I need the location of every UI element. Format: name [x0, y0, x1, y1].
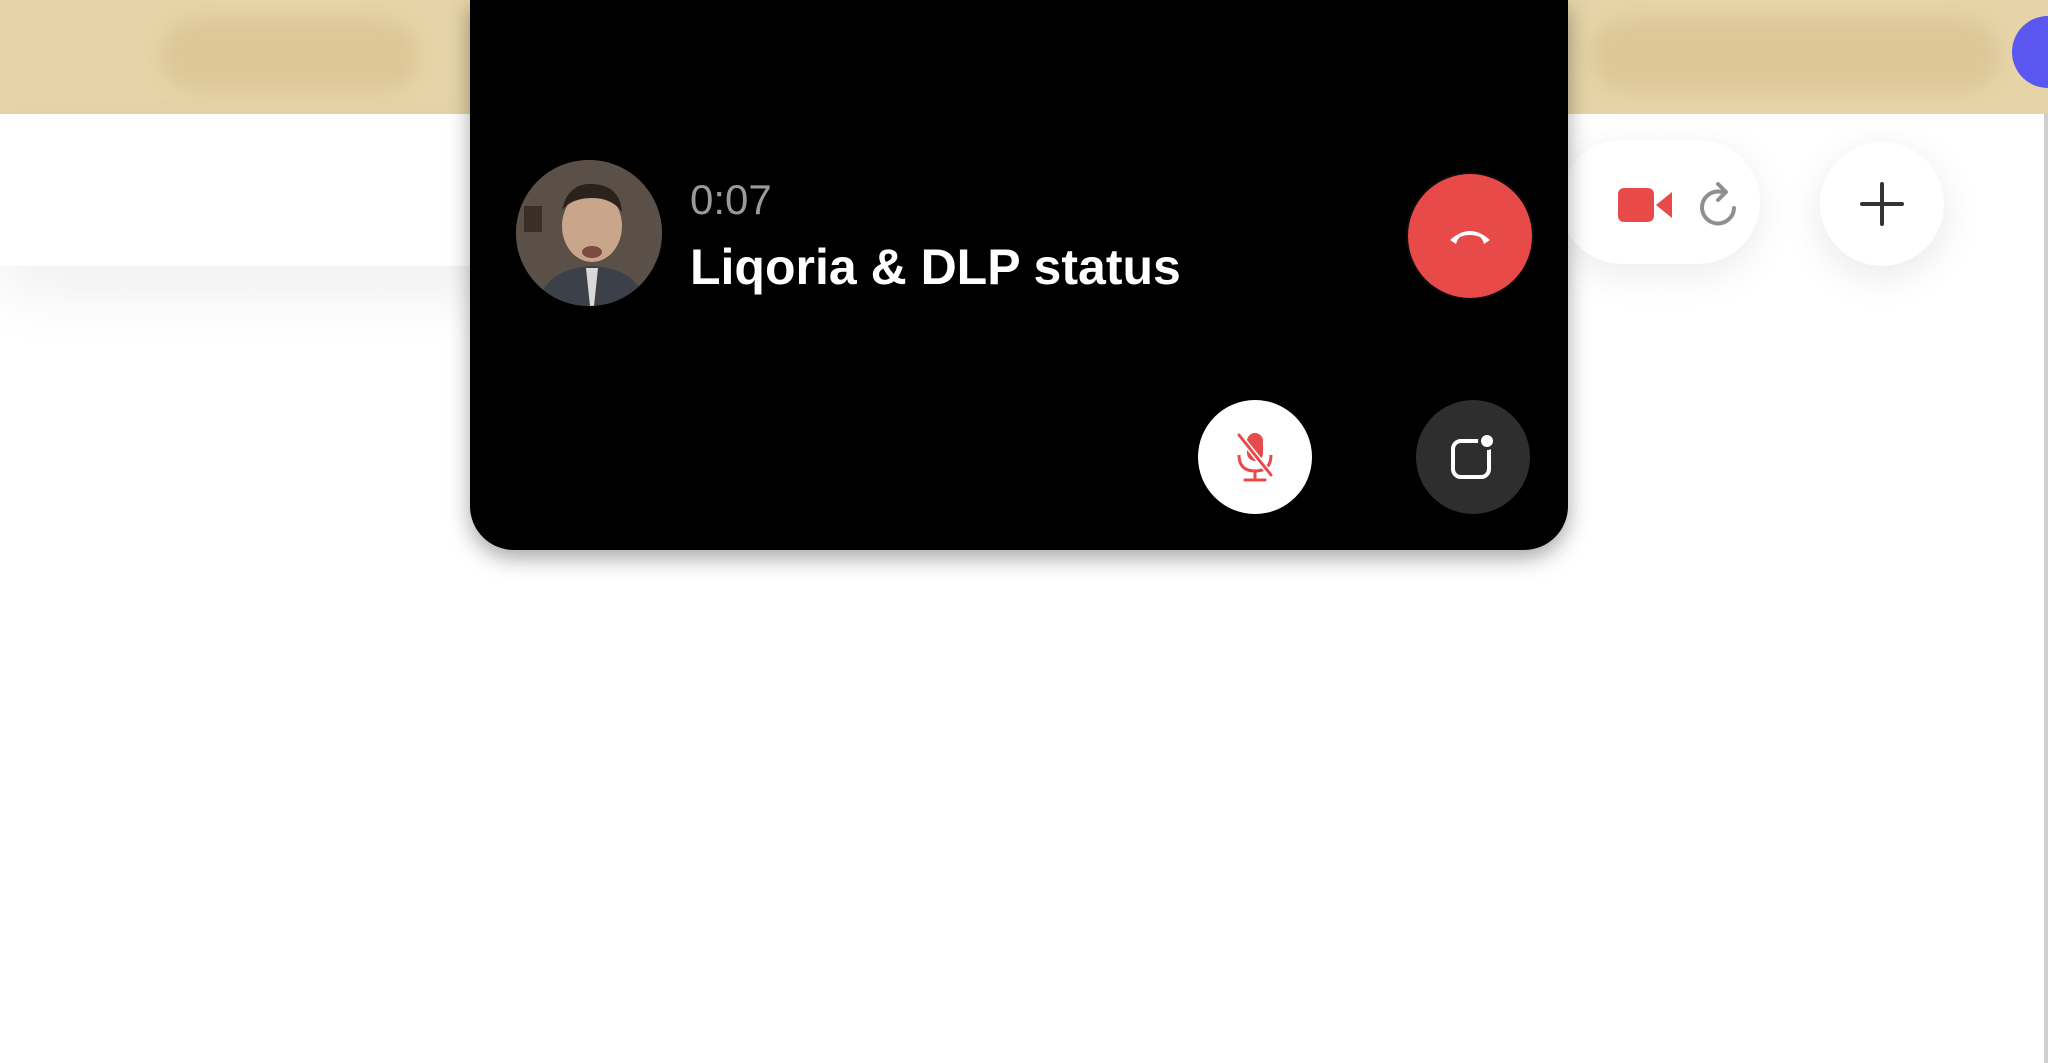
blurred-app-name [1590, 18, 2000, 92]
window-edge [2044, 114, 2048, 1063]
screen-share-button[interactable] [1416, 400, 1530, 514]
add-button[interactable] [1820, 142, 1944, 266]
background-search-field[interactable] [0, 114, 520, 266]
microphone-off-icon [1236, 433, 1274, 482]
end-call-button[interactable] [1408, 174, 1532, 298]
call-title: Liqoria & DLP status [690, 239, 1181, 295]
call-duration: 0:07 [690, 176, 772, 223]
caller-avatar [516, 160, 662, 306]
video-camera-icon[interactable] [1618, 186, 1674, 229]
active-call-panel: 0:07 Liqoria & DLP status [470, 0, 1568, 550]
refresh-icon[interactable] [1696, 180, 1744, 235]
plus-icon [1860, 182, 1904, 226]
blurred-app-logo [160, 18, 420, 92]
user-avatar-dot[interactable] [2012, 16, 2048, 88]
phone-hangup-icon [1450, 231, 1490, 244]
screen-share-icon [1451, 432, 1496, 479]
mute-button[interactable] [1198, 400, 1312, 514]
